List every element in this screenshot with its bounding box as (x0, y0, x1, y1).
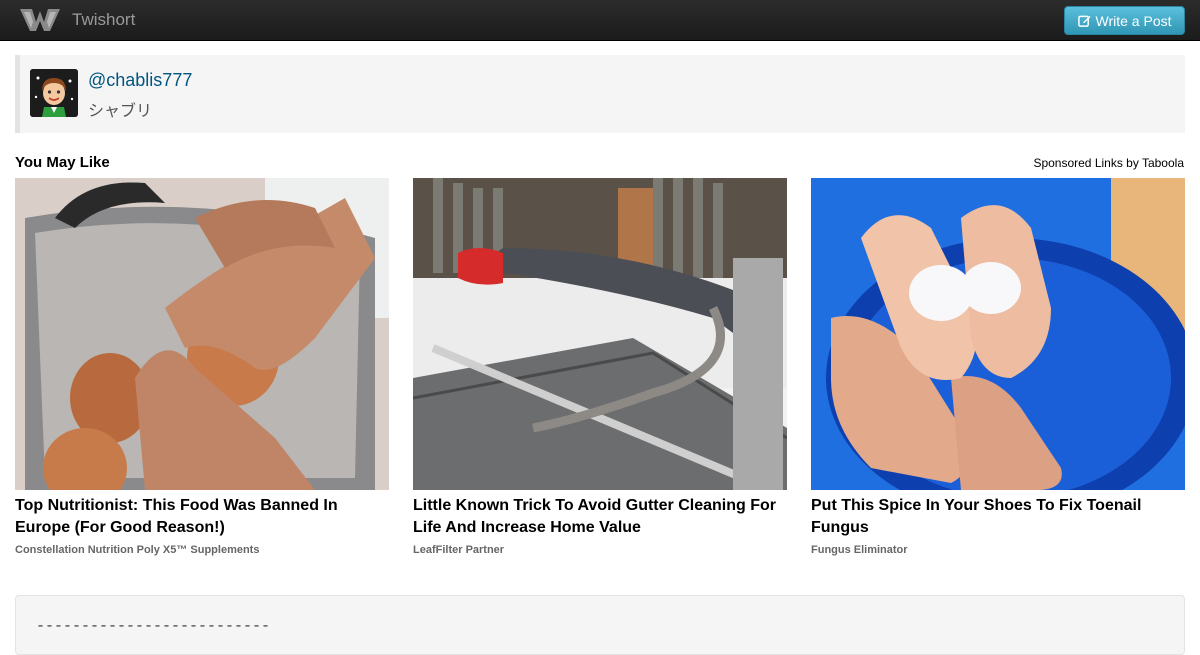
recommendation-source: Constellation Nutrition Poly X5™ Supplem… (15, 544, 260, 556)
recommendation-title: Little Known Trick To Avoid Gutter Clean… (413, 497, 776, 536)
recommendation-card[interactable]: Little Known Trick To Avoid Gutter Clean… (413, 178, 787, 564)
recommendation-source: LeafFilter Partner (413, 544, 505, 556)
recommendation-title: Put This Spice In Your Shoes To Fix Toen… (811, 497, 1142, 536)
profile-box: @chablis777 シャブリ (15, 55, 1185, 133)
recommendation-image-feet (811, 178, 1185, 490)
edit-icon (1077, 15, 1091, 27)
you-may-like-heading: You May Like (15, 154, 110, 171)
write-a-post-label: Write a Post (1095, 12, 1172, 29)
post-text: -------------------------- (36, 618, 271, 635)
recommendation-image-gutter (413, 178, 787, 490)
recommendation-card[interactable]: Top Nutritionist: This Food Was Banned I… (15, 178, 389, 564)
sponsored-links-label[interactable]: Sponsored Links by Taboola (1033, 156, 1184, 170)
recommendation-image-egg (15, 178, 389, 490)
twishort-logo-icon (20, 9, 60, 31)
profile-handle-link[interactable]: @chablis777 (88, 70, 192, 91)
recommendation-title: Top Nutritionist: This Food Was Banned I… (15, 497, 338, 536)
avatar[interactable] (30, 69, 78, 117)
brand-link[interactable]: Twishort (18, 5, 135, 35)
brand-name: Twishort (72, 10, 136, 29)
post-content-box: -------------------------- (15, 595, 1185, 655)
recommendation-source: Fungus Eliminator (811, 544, 908, 556)
profile-display-name: シャブリ (88, 103, 153, 120)
avatar-image (30, 69, 78, 117)
top-navbar: Twishort Write a Post (0, 0, 1200, 41)
write-a-post-button[interactable]: Write a Post (1064, 6, 1185, 35)
recommendation-card[interactable]: Put This Spice In Your Shoes To Fix Toen… (811, 178, 1185, 564)
